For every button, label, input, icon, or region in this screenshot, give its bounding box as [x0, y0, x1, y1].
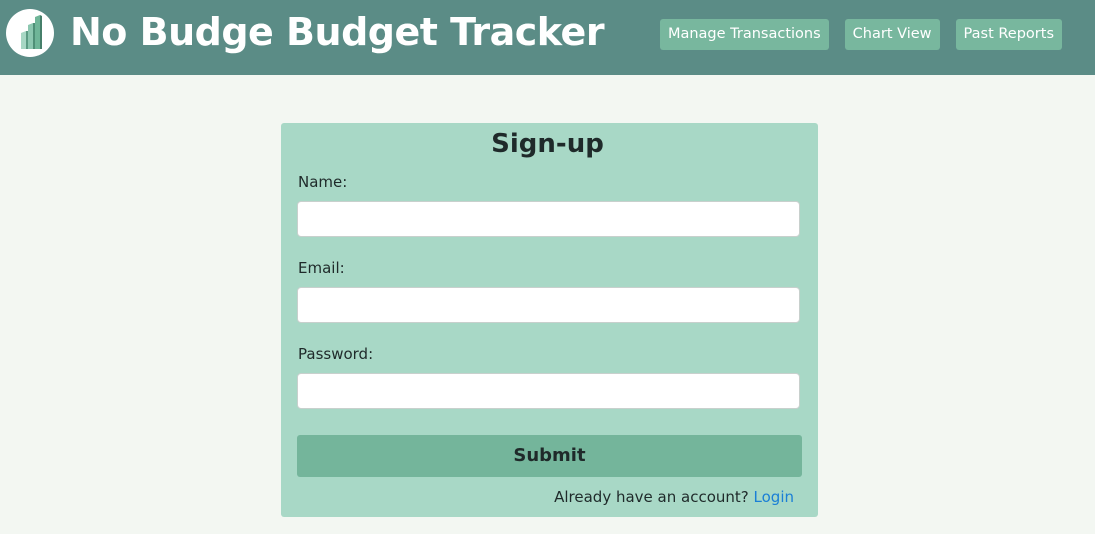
account-prompt-text: Already have an account? [554, 488, 749, 506]
app-header: No Budge Budget Tracker Manage Transacti… [0, 0, 1095, 75]
password-label: Password: [298, 345, 374, 363]
login-prompt: Already have an account? Login [554, 487, 794, 507]
app-title: No Budge Budget Tracker [70, 10, 605, 54]
name-label: Name: [298, 173, 348, 191]
main-nav: Manage Transactions Chart View Past Repo… [659, 19, 1062, 50]
email-field[interactable] [297, 287, 800, 323]
past-reports-button[interactable]: Past Reports [955, 19, 1062, 50]
manage-transactions-button[interactable]: Manage Transactions [659, 19, 829, 50]
chart-view-button[interactable]: Chart View [844, 19, 940, 50]
submit-button[interactable]: Submit [297, 435, 802, 477]
email-label: Email: [298, 259, 345, 277]
bar-chart-logo-icon [6, 9, 54, 57]
name-field[interactable] [297, 201, 800, 237]
login-link[interactable]: Login [754, 488, 794, 506]
password-field[interactable] [297, 373, 800, 409]
form-title: Sign-up [491, 129, 604, 159]
